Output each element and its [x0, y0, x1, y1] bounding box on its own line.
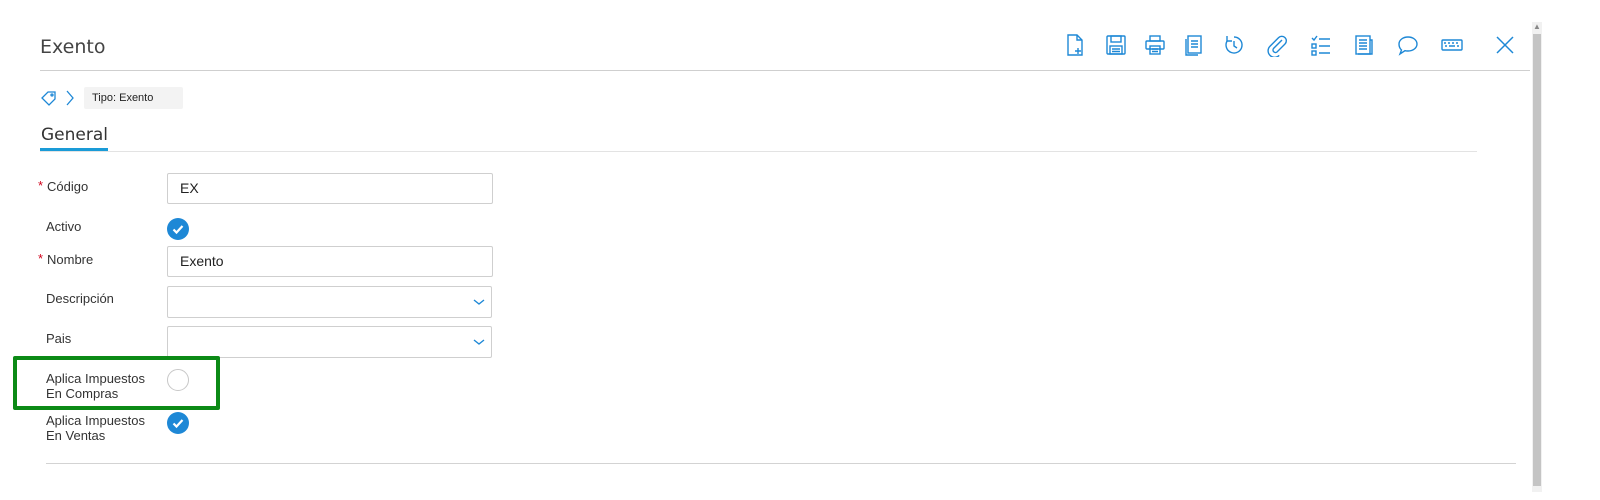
chevron-down-icon	[473, 299, 485, 305]
required-asterisk: *	[38, 178, 44, 193]
highlight-box	[13, 356, 220, 410]
close-icon	[1496, 36, 1514, 54]
scrollbar-thumb[interactable]	[1533, 34, 1541, 486]
print-button[interactable]	[1142, 32, 1168, 58]
nombre-field[interactable]	[167, 246, 493, 277]
toolbar	[0, 32, 1600, 62]
activo-checkbox[interactable]	[167, 218, 189, 240]
history-button[interactable]	[1221, 32, 1247, 58]
chat-button[interactable]	[1395, 32, 1421, 58]
paperclip-icon	[1267, 35, 1288, 57]
checkmark-icon	[172, 419, 184, 429]
copy-button[interactable]	[1181, 32, 1207, 58]
keyboard-icon	[1441, 39, 1463, 51]
report-icon	[1355, 35, 1373, 55]
save-button[interactable]	[1103, 32, 1129, 58]
report-button[interactable]	[1351, 32, 1377, 58]
keyboard-button[interactable]	[1439, 32, 1465, 58]
descripcion-select[interactable]	[167, 286, 492, 318]
activo-label: Activo	[46, 219, 82, 234]
codigo-label: Código	[47, 179, 89, 194]
breadcrumb-chip[interactable]: Tipo: Exento	[84, 87, 184, 109]
checklist-icon	[1311, 35, 1330, 56]
chevron-down-icon	[473, 339, 485, 345]
copy-icon	[1185, 35, 1202, 56]
descripcion-label: Descripción	[46, 291, 114, 306]
new-record-button[interactable]	[1062, 32, 1088, 58]
footer-divider	[46, 463, 1516, 464]
codigo-field[interactable]	[167, 173, 493, 204]
tab-divider	[40, 151, 1477, 152]
chat-bubble-icon	[1398, 36, 1418, 56]
pais-select[interactable]	[167, 326, 492, 358]
header-divider	[40, 70, 1530, 71]
aplica-ventas-label: Aplica Impuestos En Ventas	[46, 413, 145, 443]
history-icon	[1225, 36, 1243, 54]
nombre-label: Nombre	[47, 252, 94, 267]
breadcrumb: Tipo: Exento	[40, 86, 184, 110]
scroll-up-arrow-icon[interactable]: ▲	[1533, 22, 1541, 32]
save-icon	[1106, 35, 1126, 55]
attach-button[interactable]	[1264, 32, 1290, 58]
tag-icon[interactable]	[40, 89, 58, 107]
checkmark-icon	[172, 225, 184, 235]
tab-general[interactable]: General	[41, 125, 108, 145]
required-asterisk: *	[38, 251, 44, 266]
print-icon	[1145, 35, 1165, 55]
aplica-ventas-label-line2: En Ventas	[46, 428, 106, 443]
chevron-right-icon	[66, 90, 74, 106]
aplica-ventas-label-line1: Aplica Impuestos	[46, 413, 145, 428]
new-document-icon	[1067, 34, 1083, 56]
checklist-button[interactable]	[1308, 32, 1334, 58]
close-button[interactable]	[1492, 32, 1518, 58]
pais-label: Pais	[46, 331, 72, 346]
aplica-ventas-checkbox[interactable]	[167, 412, 189, 434]
